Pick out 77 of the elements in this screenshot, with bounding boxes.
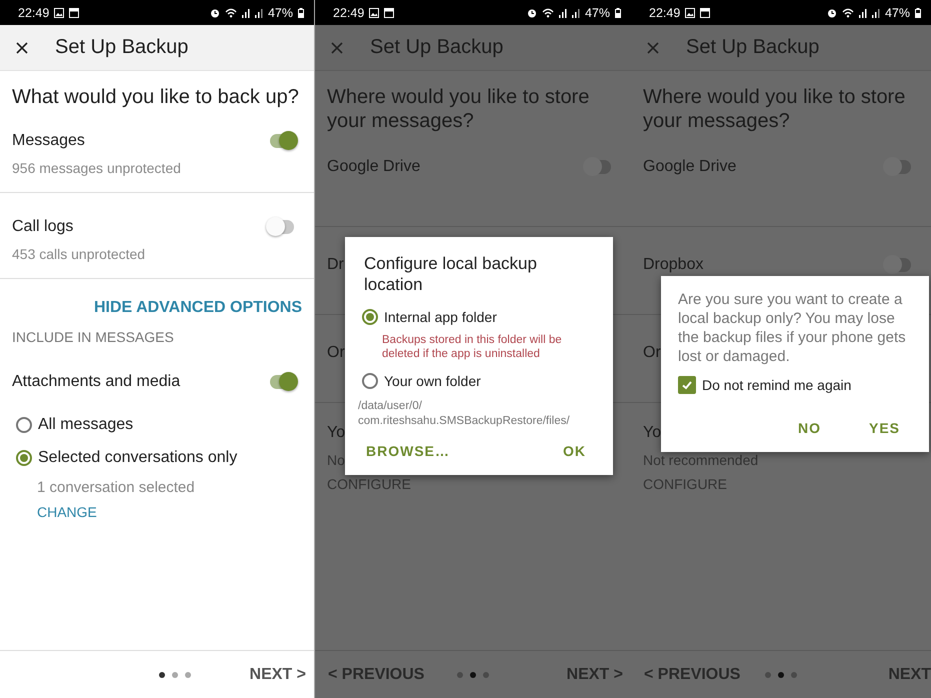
alarm-clock-icon	[210, 8, 220, 18]
selection-count: 1 conversation selected	[36, 478, 196, 496]
folder-path: /data/user/0/ com.riteshsahu.SMSBackupRestore/files/	[358, 399, 571, 429]
next-button[interactable]: NEXT	[882, 664, 931, 684]
destination-label: Yo	[327, 424, 346, 442]
alarm-clock-icon	[826, 8, 837, 18]
window-icon	[69, 8, 80, 18]
wifi-icon	[842, 8, 854, 18]
status-time: 22:49	[649, 6, 680, 20]
signal-icon	[872, 8, 880, 18]
radio-label: All messages	[38, 416, 134, 434]
next-button[interactable]: NEXT >	[560, 664, 631, 684]
warning-text: Backups stored in this folder will be deleted if the app is uninstalled	[381, 333, 563, 362]
checkbox-label: Do not remind me again	[702, 377, 852, 393]
checkbox[interactable]	[678, 376, 696, 394]
battery-icon	[915, 8, 921, 18]
battery-icon	[298, 8, 304, 18]
dialog-title: Configure local backup location	[363, 253, 538, 296]
wifi-icon	[542, 8, 554, 18]
radio-button[interactable]	[16, 450, 32, 466]
destination-label: Yo	[643, 424, 662, 442]
checkmark-icon	[681, 379, 693, 391]
option-detail: 453 calls unprotected	[12, 245, 146, 262]
radio-button[interactable]	[16, 417, 32, 433]
screen-title: Set Up Backup	[55, 36, 188, 59]
signal-icon	[558, 8, 567, 18]
battery-level: 47%	[268, 6, 293, 20]
dialog-button[interactable]: NO	[794, 416, 825, 440]
dialog-button[interactable]: OK	[559, 439, 590, 463]
question-heading: What would you like to back up?	[11, 85, 300, 110]
close-icon[interactable]	[16, 42, 28, 54]
question-heading: Where would you like to store your messages?	[642, 85, 906, 134]
option-label: Attachments and media	[12, 373, 180, 391]
option-detail: 956 messages unprotected	[12, 159, 182, 176]
alarm-clock-icon	[526, 8, 537, 18]
destination-detail: Not recommended	[643, 451, 758, 468]
battery-icon	[615, 8, 621, 18]
previous-button[interactable]: < PREVIOUS	[315, 664, 430, 684]
image-icon	[685, 8, 696, 18]
question-heading: Where would you like to store your messages?	[326, 85, 590, 134]
radio-label: Your own folder	[384, 373, 481, 389]
dialog-button[interactable]: YES	[864, 416, 904, 440]
dialog-button[interactable]: BROWSE…	[362, 439, 454, 463]
destination-label: Dropbox	[643, 256, 704, 274]
signal-icon	[572, 8, 580, 18]
window-icon	[700, 8, 710, 18]
screen-title: Set Up Backup	[370, 36, 504, 59]
configure-link[interactable]: CONFIGURE	[643, 468, 727, 492]
screen-title: Set Up Backup	[686, 36, 820, 59]
signal-icon	[242, 8, 250, 18]
destination-label: Dr	[327, 256, 344, 274]
previous-button[interactable]: < PREVIOUS	[631, 664, 746, 684]
hide-advanced-options-link[interactable]: HIDE ADVANCED OPTIONS	[82, 279, 314, 325]
destination-label: Google Drive	[643, 158, 736, 176]
window-icon	[384, 8, 394, 18]
destination-label: Or	[643, 344, 661, 362]
radio-label: Selected conversations only	[38, 449, 238, 467]
radio-label: Internal app folder	[384, 309, 497, 325]
status-time: 22:49	[333, 6, 364, 20]
option-label: Messages	[12, 132, 85, 150]
status-time: 22:49	[18, 6, 50, 20]
destination-label: Or	[327, 344, 345, 362]
radio-button[interactable]	[362, 373, 378, 389]
battery-level: 47%	[884, 6, 910, 20]
radio-button[interactable]	[362, 309, 378, 325]
destination-label: Google Drive	[327, 158, 420, 176]
option-label: Call logs	[12, 218, 74, 236]
signal-icon	[858, 8, 867, 18]
battery-level: 47%	[584, 6, 610, 20]
image-icon	[54, 8, 64, 18]
next-button[interactable]: NEXT >	[244, 664, 314, 684]
dialog-message: Are you sure you want to create a local backup only? You may lose the backup files if your phone gets lost or damaged.	[678, 290, 907, 366]
image-icon	[369, 8, 380, 18]
section-label: INCLUDE IN MESSAGES	[11, 328, 175, 347]
signal-icon	[254, 8, 263, 18]
change-link[interactable]: CHANGE	[0, 496, 314, 520]
wifi-icon	[224, 8, 237, 18]
